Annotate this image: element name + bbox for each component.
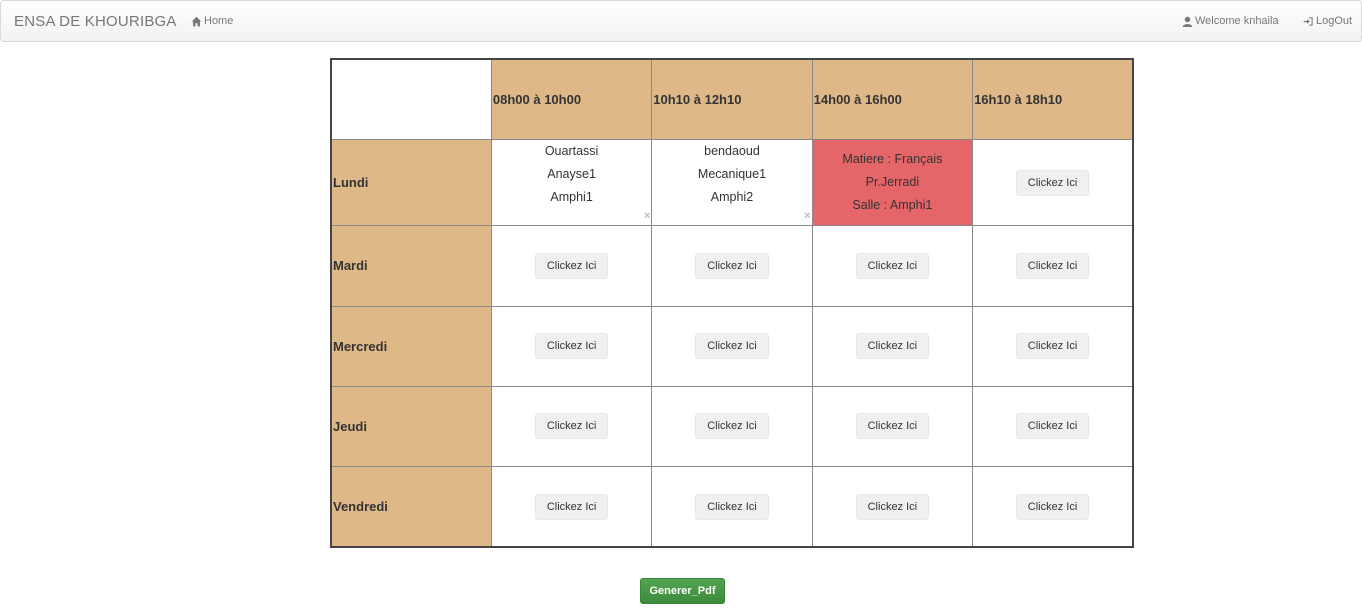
- empty-slot-cell: Clickez Ici: [490, 225, 653, 307]
- course-teacher: bendaoud: [704, 143, 760, 158]
- generate-pdf-button[interactable]: Generer_Pdf: [640, 578, 725, 604]
- logout-icon: [1303, 16, 1313, 26]
- brand-title[interactable]: ENSA DE KHOURIBGA: [14, 13, 177, 30]
- empty-slot-cell: Clickez Ici: [490, 466, 653, 548]
- logout-link[interactable]: LogOut: [1303, 15, 1352, 27]
- course-subject: Mecanique1: [697, 166, 767, 181]
- remove-course-icon[interactable]: ×: [804, 211, 810, 222]
- empty-slot-cell: Clickez Ici: [490, 385, 653, 468]
- clickez-ici-button[interactable]: Clickez Ici: [855, 252, 930, 279]
- user-icon: [1182, 16, 1193, 27]
- day-label: Mercredi: [330, 305, 492, 387]
- course-cell[interactable]: bendaoud Mecanique1 Amphi2 ×: [651, 138, 813, 227]
- day-label: Vendredi: [330, 466, 492, 548]
- clickez-ici-button[interactable]: Clickez Ici: [1015, 333, 1090, 360]
- course-room-line: Salle : Amphi1: [852, 198, 933, 212]
- course-subject: Anayse1: [547, 166, 596, 181]
- clickez-ici-button[interactable]: Clickez Ici: [534, 493, 609, 520]
- time-slot-header: 16h10 à 18h10: [972, 58, 1134, 140]
- clickez-ici-button[interactable]: Clickez Ici: [695, 252, 769, 279]
- top-navbar: ENSA DE KHOURIBGA Home Welcome knhaila L…: [0, 0, 1362, 42]
- time-slot-header: 10h10 à 12h10: [651, 58, 813, 140]
- empty-slot-cell: Clickez Ici: [972, 305, 1134, 387]
- timetable: 08h00 à 10h00 10h10 à 12h10 14h00 à 16h0…: [330, 58, 1134, 548]
- empty-slot-cell: Clickez Ici: [651, 385, 813, 468]
- empty-slot-cell: Clickez Ici: [811, 305, 974, 387]
- course-teacher: Ouartassi: [544, 143, 599, 158]
- day-label: Mardi: [330, 225, 492, 307]
- empty-slot-cell: Clickez Ici: [651, 466, 813, 548]
- clickez-ici-button[interactable]: Clickez Ici: [855, 493, 930, 520]
- clickez-ici-button[interactable]: Clickez Ici: [855, 413, 930, 440]
- day-label: Lundi: [330, 138, 492, 227]
- course-cell[interactable]: Ouartassi Anayse1 Amphi1 ×: [490, 138, 653, 227]
- day-row-mardi: Mardi Clickez Ici Clickez Ici Clickez Ic…: [330, 225, 1134, 307]
- clickez-ici-button[interactable]: Clickez Ici: [1015, 493, 1090, 520]
- highlighted-course-cell[interactable]: Matiere : Français Pr.Jerradi Salle : Am…: [811, 138, 974, 227]
- empty-slot-cell: Clickez Ici: [490, 305, 653, 387]
- empty-slot-cell: Clickez Ici: [651, 305, 813, 387]
- welcome-user-link[interactable]: Welcome knhaila: [1182, 15, 1279, 27]
- course-subject-line: Matiere : Français: [842, 152, 943, 166]
- clickez-ici-button[interactable]: Clickez Ici: [534, 333, 609, 360]
- empty-slot-cell: Clickez Ici: [811, 385, 974, 468]
- empty-slot-cell: Clickez Ici: [811, 225, 974, 307]
- course-teacher-line: Pr.Jerradi: [865, 175, 920, 189]
- day-row-jeudi: Jeudi Clickez Ici Clickez Ici Clickez Ic…: [330, 385, 1134, 468]
- empty-slot-cell: Clickez Ici: [972, 225, 1134, 307]
- timetable-header-row: 08h00 à 10h00 10h10 à 12h10 14h00 à 16h0…: [330, 58, 1134, 140]
- empty-slot-cell: Clickez Ici: [972, 385, 1134, 468]
- welcome-user-label: Welcome knhaila: [1195, 15, 1279, 27]
- time-slot-header: 08h00 à 10h00: [490, 58, 653, 140]
- clickez-ici-button[interactable]: Clickez Ici: [695, 413, 769, 440]
- clickez-ici-button[interactable]: Clickez Ici: [695, 333, 769, 360]
- day-row-mercredi: Mercredi Clickez Ici Clickez Ici Clickez…: [330, 305, 1134, 387]
- clickez-ici-button[interactable]: Clickez Ici: [1015, 413, 1090, 440]
- day-label: Jeudi: [330, 385, 492, 468]
- logout-label: LogOut: [1316, 15, 1353, 27]
- empty-slot-cell: Clickez Ici: [651, 225, 813, 307]
- empty-slot-cell: Clickez Ici: [972, 138, 1134, 227]
- clickez-ici-button[interactable]: Clickez Ici: [1015, 252, 1090, 279]
- day-row-vendredi: Vendredi Clickez Ici Clickez Ici Clickez…: [330, 466, 1134, 548]
- empty-slot-cell: Clickez Ici: [972, 466, 1134, 548]
- time-slot-header: 14h00 à 16h00: [811, 58, 974, 140]
- remove-course-icon[interactable]: ×: [644, 211, 650, 222]
- home-icon: [191, 16, 202, 26]
- empty-slot-cell: Clickez Ici: [811, 466, 974, 548]
- course-room: Amphi1: [550, 189, 593, 204]
- course-room: Amphi2: [710, 189, 754, 204]
- home-link[interactable]: Home: [191, 15, 233, 27]
- day-row-lundi: Lundi Ouartassi Anayse1 Amphi1 × bendaou…: [330, 138, 1134, 227]
- clickez-ici-button[interactable]: Clickez Ici: [534, 252, 609, 279]
- clickez-ici-button[interactable]: Clickez Ici: [534, 413, 609, 440]
- clickez-ici-button[interactable]: Clickez Ici: [855, 333, 930, 360]
- clickez-ici-button[interactable]: Clickez Ici: [695, 493, 769, 520]
- clickez-ici-button[interactable]: Clickez Ici: [1015, 169, 1090, 196]
- home-link-label: Home: [204, 15, 234, 27]
- corner-cell: [330, 58, 492, 140]
